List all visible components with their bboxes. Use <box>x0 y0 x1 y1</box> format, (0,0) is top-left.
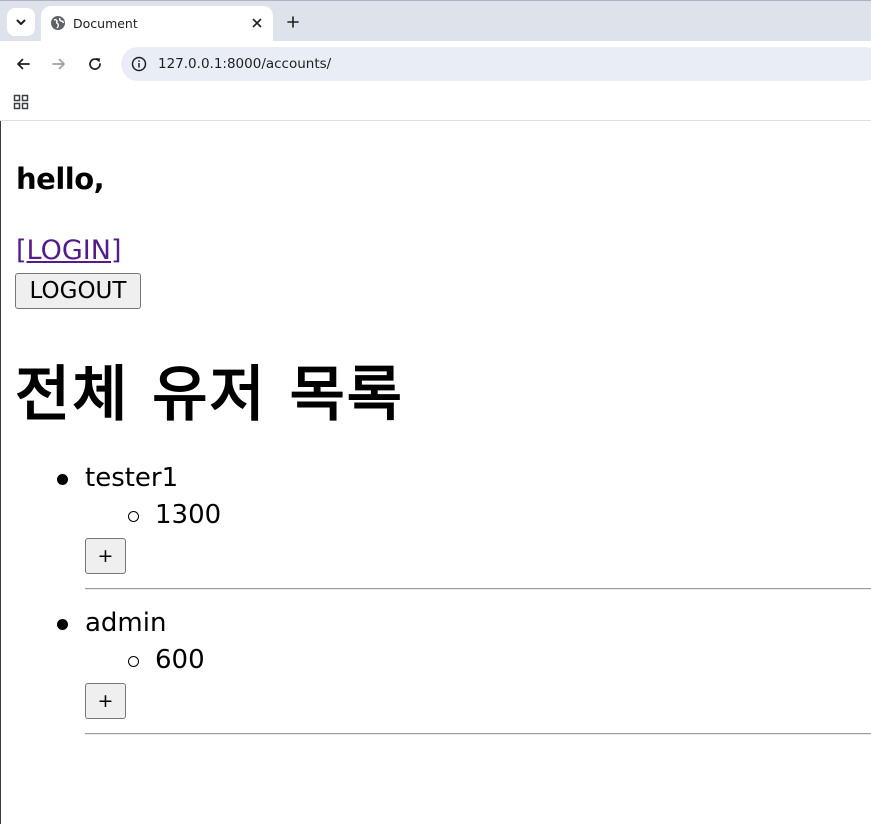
browser-toolbar: 127.0.0.1:8000/accounts/ <box>0 41 871 87</box>
url-text: 127.0.0.1:8000/accounts/ <box>158 56 332 72</box>
page-title: 전체 유저 목록 <box>15 360 404 430</box>
list-item: tester1 1300 + <box>0 458 871 603</box>
address-bar[interactable]: 127.0.0.1:8000/accounts/ <box>121 47 871 81</box>
user-points: 1300 <box>155 500 222 530</box>
bullet-disc-icon <box>57 619 68 630</box>
reload-button[interactable] <box>84 53 106 75</box>
user-name: admin <box>85 608 167 638</box>
add-points-button[interactable]: + <box>85 683 126 719</box>
plus-icon <box>287 16 299 28</box>
forward-button[interactable] <box>48 53 70 75</box>
tab-search-button[interactable] <box>7 8 35 36</box>
bullet-circle-icon <box>128 511 139 522</box>
greeting-heading: hello, <box>16 162 105 196</box>
apps-grid-icon[interactable] <box>13 94 29 110</box>
chevron-down-icon <box>16 19 26 25</box>
arrow-right-icon <box>52 58 65 70</box>
bullet-disc-icon <box>57 474 68 485</box>
arrow-left-icon <box>17 58 30 70</box>
browser-tab[interactable]: Document <box>41 6 273 42</box>
reload-icon <box>89 58 101 70</box>
user-points: 600 <box>155 645 205 675</box>
user-list: tester1 1300 + admin 600 + <box>0 458 871 748</box>
new-tab-button[interactable] <box>282 11 304 33</box>
tab-title: Document <box>73 16 138 31</box>
bullet-circle-icon <box>128 656 139 667</box>
login-link[interactable]: [LOGIN] <box>16 235 121 266</box>
page-content: hello, [LOGIN] LOGOUT 전체 유저 목록 tester1 1… <box>0 122 871 824</box>
add-points-button[interactable]: + <box>85 538 126 574</box>
info-icon[interactable] <box>131 56 147 72</box>
divider <box>85 588 871 590</box>
user-name: tester1 <box>85 463 179 493</box>
globe-icon <box>51 16 65 30</box>
tab-close-button[interactable] <box>248 14 266 32</box>
back-button[interactable] <box>12 53 34 75</box>
divider <box>85 733 871 735</box>
tab-strip: Document <box>0 0 871 42</box>
logout-button[interactable]: LOGOUT <box>15 273 141 309</box>
close-icon <box>252 18 262 28</box>
bookmarks-bar <box>0 87 871 121</box>
list-item: admin 600 + <box>0 603 871 748</box>
